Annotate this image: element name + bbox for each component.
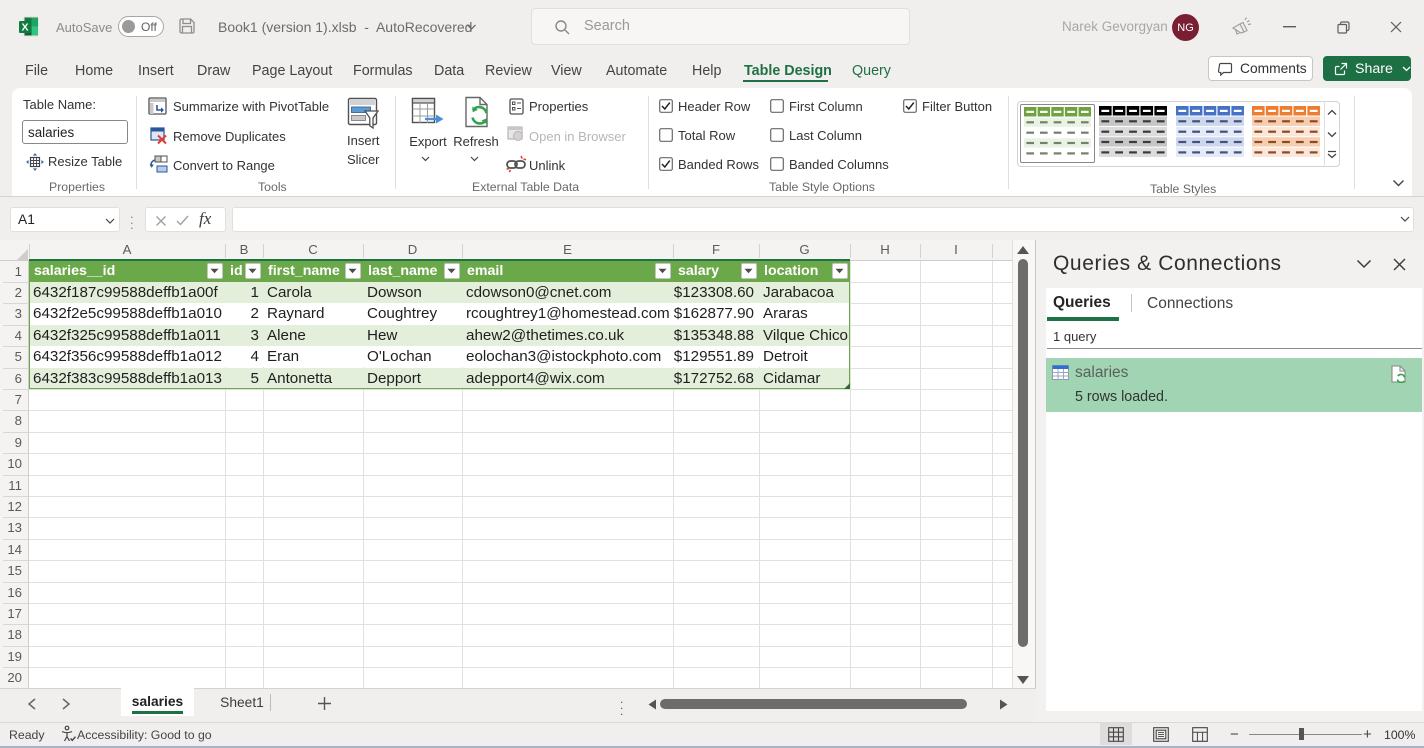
svg-text:X: X (21, 22, 28, 34)
